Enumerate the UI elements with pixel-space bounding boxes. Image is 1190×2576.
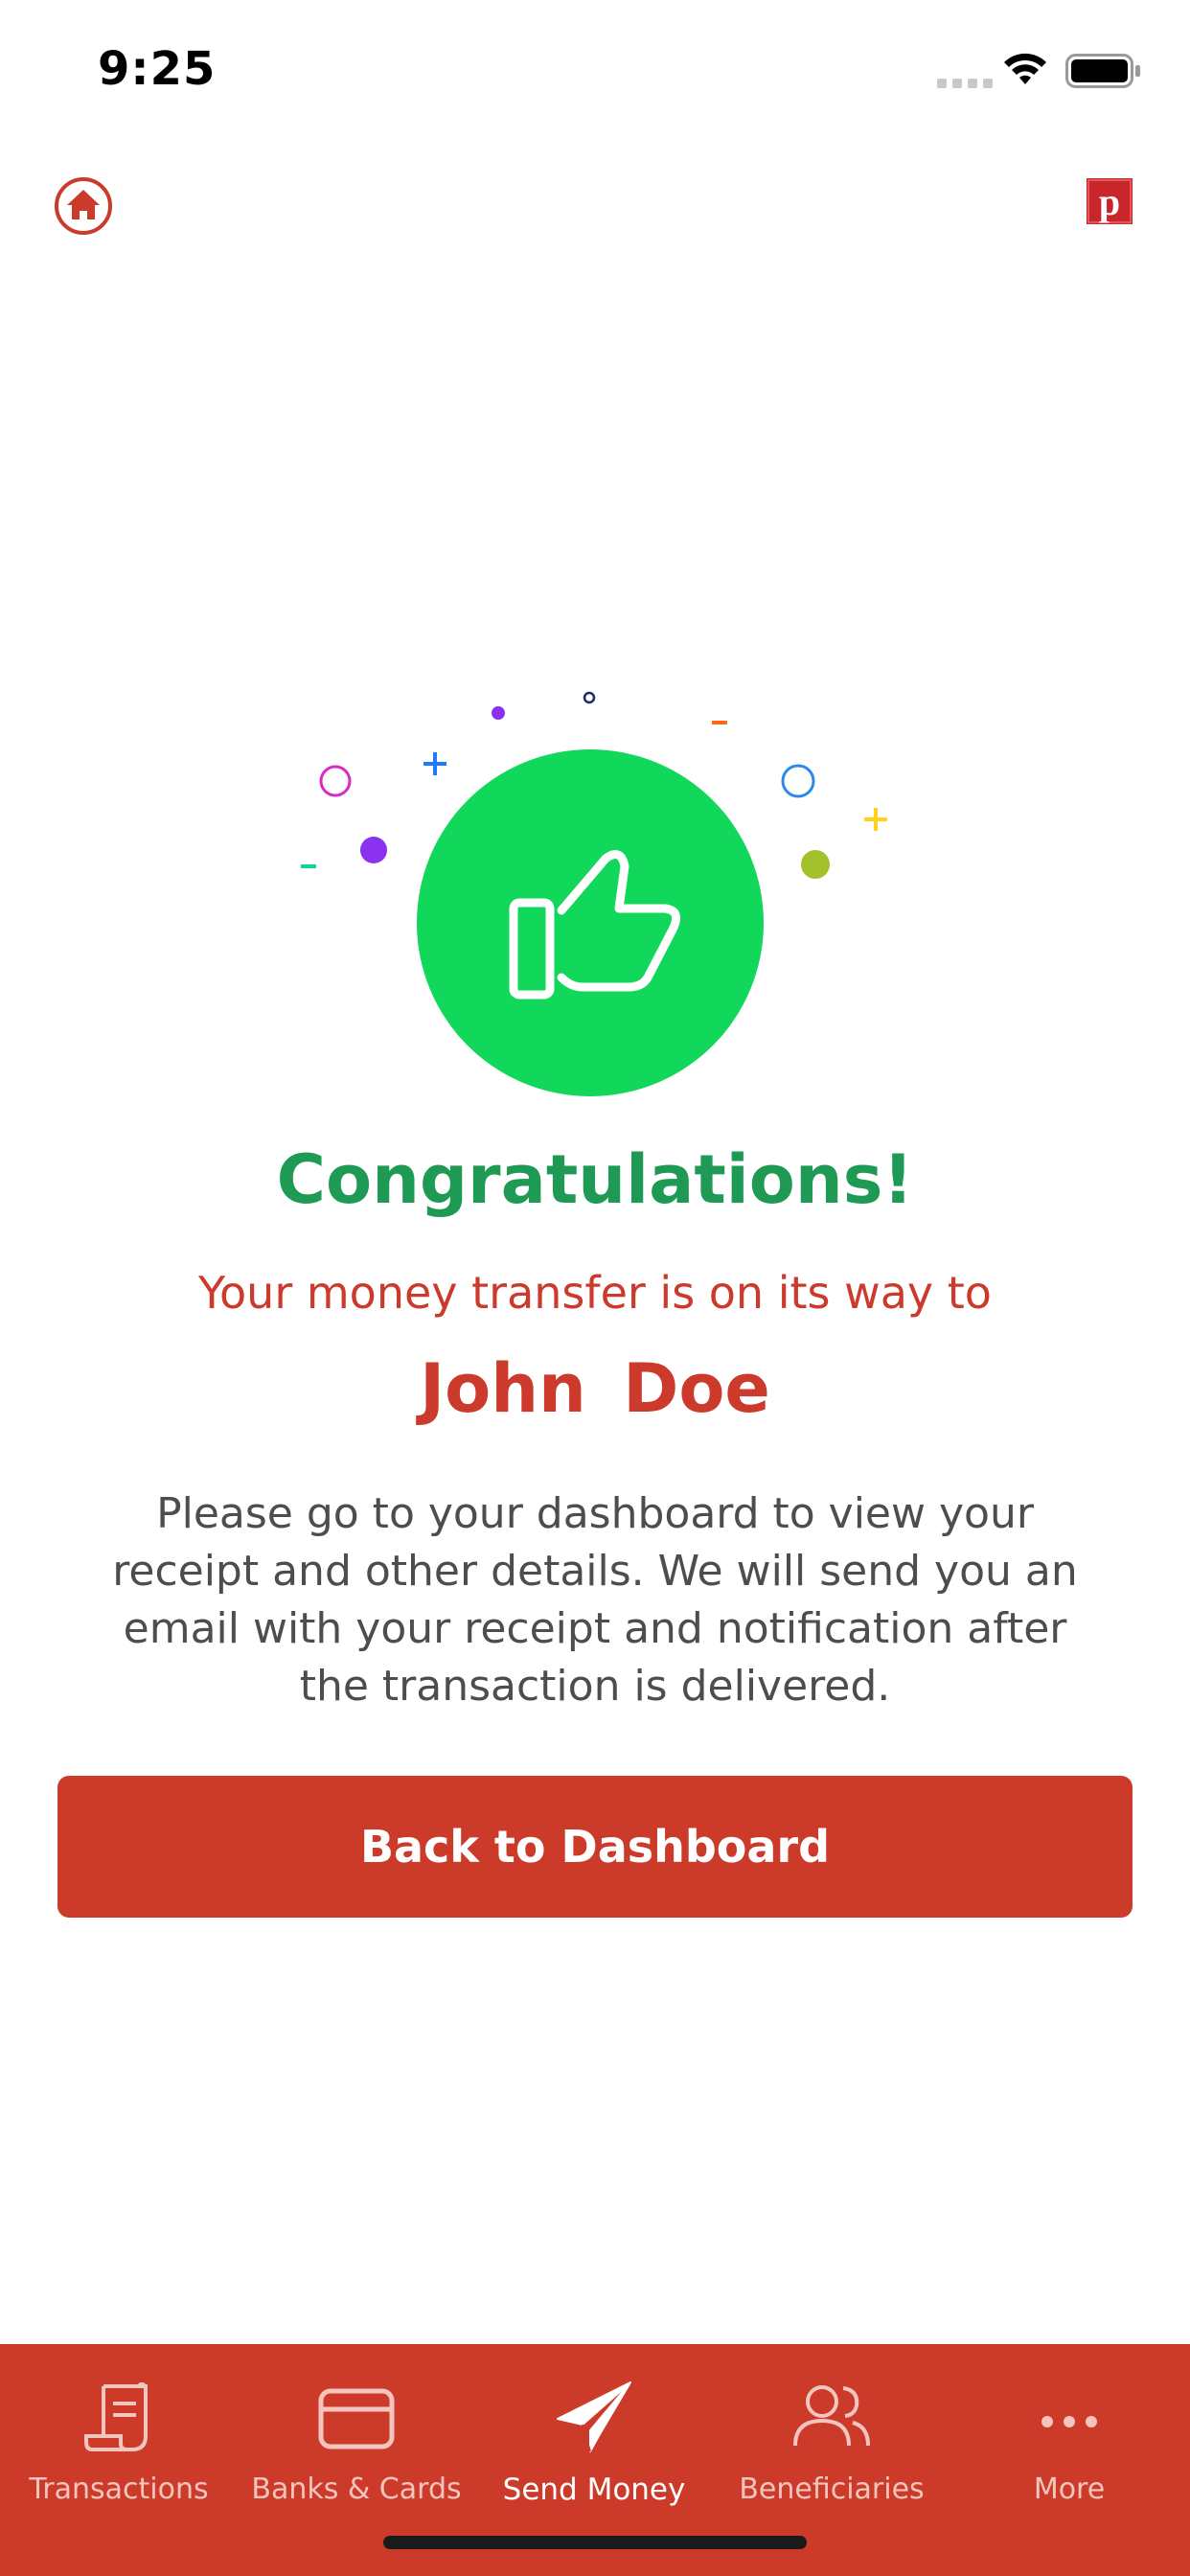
status-time: 9:25	[98, 42, 217, 96]
brand-logo-letter: p	[1099, 180, 1120, 223]
tab-label: Beneficiaries	[739, 2472, 925, 2506]
back-to-dashboard-button[interactable]: Back to Dashboard	[57, 1776, 1133, 1918]
tab-label: More	[1033, 2472, 1106, 2506]
tab-label: Transactions	[29, 2472, 209, 2506]
users-icon	[793, 2385, 870, 2447]
credit-card-icon	[318, 2388, 395, 2450]
tab-label: Banks & Cards	[251, 2472, 462, 2506]
cellular-signal-icon	[937, 79, 993, 88]
tab-label: Send Money	[502, 2472, 686, 2507]
home-icon	[55, 177, 112, 235]
brand-logo: p	[1087, 178, 1133, 224]
tab-beneficiaries[interactable]: Beneficiaries	[713, 2344, 950, 2526]
success-illustration	[287, 671, 901, 1131]
tab-more[interactable]: More	[950, 2344, 1188, 2526]
tab-banks-cards[interactable]: Banks & Cards	[238, 2344, 475, 2526]
battery-icon	[1065, 54, 1140, 88]
instructions-text: Please go to your dashboard to view your…	[112, 1489, 1078, 1711]
wifi-icon	[1004, 53, 1046, 84]
status-bar: 9:25	[0, 0, 1190, 134]
thumbs-up-icon	[509, 850, 681, 1000]
transfer-status-text: Your money transfer is on its way to	[198, 1267, 992, 1319]
home-button[interactable]	[54, 176, 113, 236]
receipt-icon	[84, 2382, 148, 2451]
home-indicator	[383, 2536, 807, 2549]
tab-transactions[interactable]: Transactions	[0, 2344, 238, 2526]
more-dots-icon	[1041, 2416, 1097, 2427]
recipient-name: John Doe	[420, 1349, 770, 1428]
success-title: Congratulations!	[276, 1140, 914, 1219]
paper-plane-icon	[557, 2381, 631, 2452]
tab-send-money[interactable]: Send Money	[475, 2344, 713, 2526]
